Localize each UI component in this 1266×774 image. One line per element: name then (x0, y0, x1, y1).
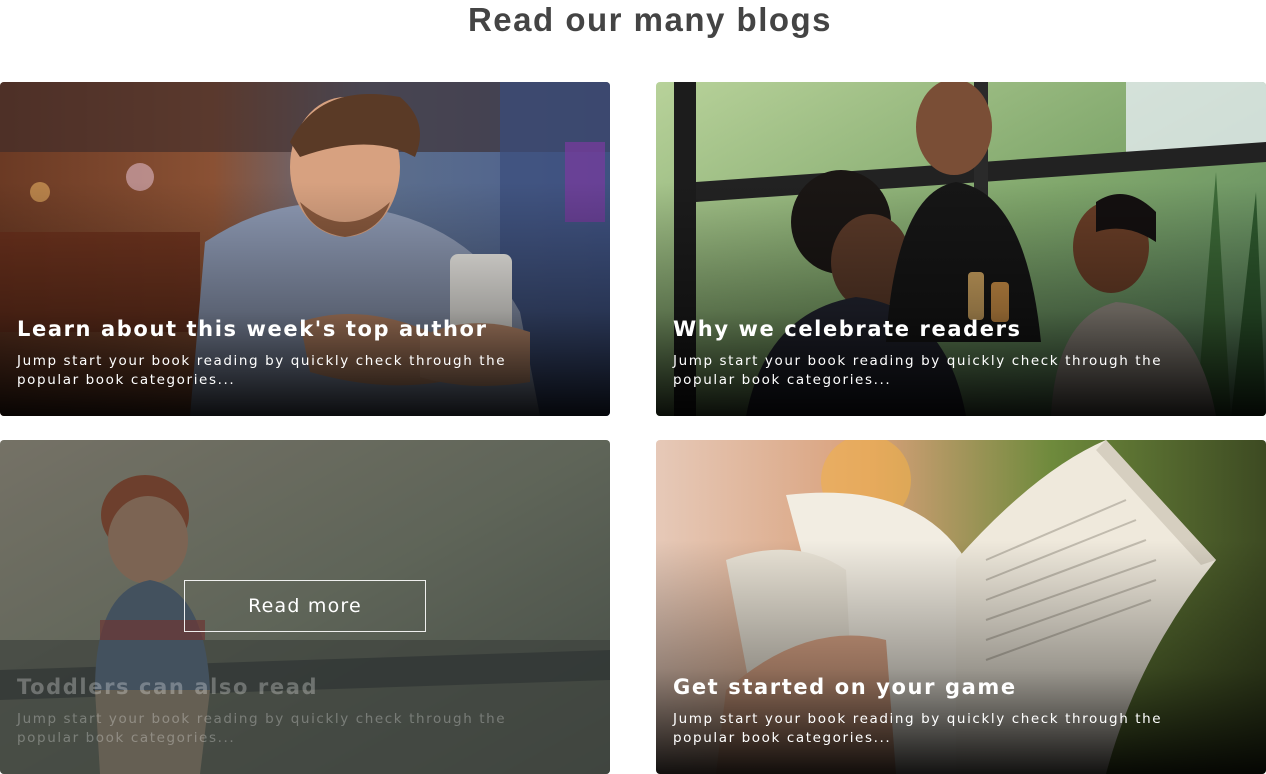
card-excerpt: Jump start your book reading by quickly … (673, 353, 1163, 388)
blogs-section: Read our many blogs Learn about this wee… (0, 0, 1266, 774)
read-more-button[interactable]: Read more (184, 580, 426, 632)
blog-card-celebrate-readers[interactable]: Why we celebrate readers Jump start your… (656, 82, 1266, 416)
blog-card-get-started[interactable]: Get started on your game Jump start your… (656, 440, 1266, 774)
card-text-block: Get started on your game Jump start your… (673, 674, 1246, 748)
card-text-block: Toddlers can also read Jump start your b… (17, 674, 590, 748)
card-excerpt: Jump start your book reading by quickly … (17, 711, 507, 746)
blog-card-toddlers[interactable]: Read more Toddlers can also read Jump st… (0, 440, 610, 774)
card-text-block: Learn about this week's top author Jump … (17, 316, 590, 390)
card-title[interactable]: Why we celebrate readers (673, 316, 1246, 342)
card-excerpt: Jump start your book reading by quickly … (673, 711, 1163, 746)
blog-card-top-author[interactable]: Learn about this week's top author Jump … (0, 82, 610, 416)
card-excerpt: Jump start your book reading by quickly … (17, 353, 507, 388)
card-title[interactable]: Get started on your game (673, 674, 1246, 700)
section-title: Read our many blogs (467, 1, 833, 38)
card-text-block: Why we celebrate readers Jump start your… (673, 316, 1246, 390)
card-title[interactable]: Toddlers can also read (17, 674, 590, 700)
card-title[interactable]: Learn about this week's top author (17, 316, 590, 342)
